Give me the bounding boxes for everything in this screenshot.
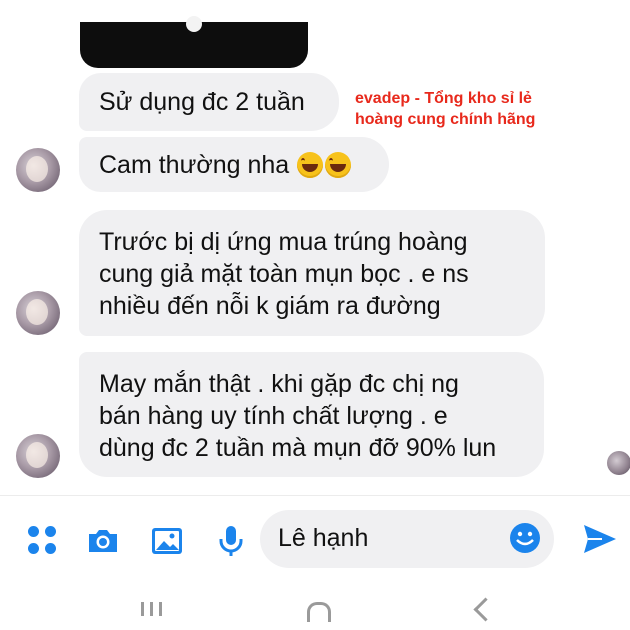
image-detail xyxy=(186,16,202,32)
watermark-line-1: evadep - Tổng kho sỉ lẻ xyxy=(355,90,532,107)
seen-avatar xyxy=(607,451,630,475)
system-nav-bar xyxy=(0,583,630,630)
emoji-icon[interactable] xyxy=(508,521,542,555)
message-line: dùng đc 2 tuần mà mụn đỡ 90% lun xyxy=(99,434,497,462)
message-bubble-1[interactable]: Sử dụng đc 2 tuần xyxy=(79,73,339,131)
message-line: Trước bị dị ứng mua trúng hoàng xyxy=(99,228,468,256)
laughing-emoji-icon xyxy=(297,151,324,178)
apps-icon[interactable] xyxy=(26,524,60,558)
watermark: evadep - Tổng kho sỉ lẻ hoàng cung chính… xyxy=(355,88,535,130)
mic-icon[interactable] xyxy=(214,524,248,558)
conversation: Sử dụng đc 2 tuần evadep - Tổng kho sỉ l… xyxy=(0,0,630,495)
home-button[interactable] xyxy=(307,602,331,622)
avatar[interactable] xyxy=(16,291,60,335)
camera-icon[interactable] xyxy=(86,524,120,558)
avatar[interactable] xyxy=(16,434,60,478)
message-text: Sử dụng đc 2 tuần xyxy=(99,88,305,116)
message-input[interactable]: Lê hạnh xyxy=(260,510,554,568)
message-text: Cam thường nha xyxy=(99,150,290,179)
image-icon[interactable] xyxy=(150,524,184,558)
message-input-value: Lê hạnh xyxy=(278,524,369,552)
message-bubble-3[interactable]: Trước bị dị ứng mua trúng hoàng cung giả… xyxy=(79,210,545,336)
message-bubble-4[interactable]: May mắn thật . khi gặp đc chị ng bán hàn… xyxy=(79,352,544,477)
message-line: May mắn thật . khi gặp đc chị ng xyxy=(99,370,459,398)
avatar[interactable] xyxy=(16,148,60,192)
message-bubble-2[interactable]: Cam thường nha xyxy=(79,137,389,192)
back-button[interactable] xyxy=(473,597,498,622)
message-composer: Lê hạnh xyxy=(0,495,630,584)
watermark-line-2: hoàng cung chính hãng xyxy=(355,111,536,128)
message-line: bán hàng uy tính chất lượng . e xyxy=(99,402,448,430)
shared-image-bottom[interactable] xyxy=(80,16,308,68)
recents-button[interactable] xyxy=(141,602,165,616)
message-line: nhiều đến nỗi k giám ra đường xyxy=(99,292,441,320)
send-icon[interactable] xyxy=(582,521,618,557)
message-line: cung giả mặt toàn mụn bọc . e ns xyxy=(99,260,469,288)
laughing-emoji-icon xyxy=(325,151,352,178)
